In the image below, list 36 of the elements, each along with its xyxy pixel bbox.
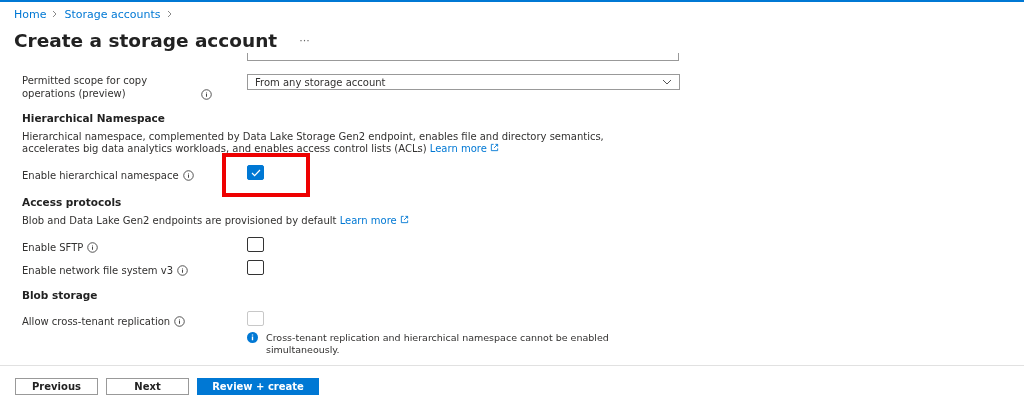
input-field[interactable] bbox=[247, 53, 679, 61]
section-heading: Access protocols bbox=[22, 196, 123, 208]
section-heading: Blob storage bbox=[22, 289, 99, 301]
option-label: Allow cross-tenant replication bbox=[22, 315, 171, 328]
option-label: Enable network file system v3 bbox=[22, 264, 174, 277]
info-icon[interactable] bbox=[177, 265, 189, 276]
external-link-icon bbox=[490, 143, 499, 152]
option-label: Enable SFTP bbox=[22, 241, 84, 254]
checkmark-icon bbox=[250, 168, 261, 177]
chevron-down-icon[interactable] bbox=[662, 79, 672, 85]
external-link-icon bbox=[399, 215, 409, 224]
info-icon bbox=[247, 332, 258, 343]
review-create-button[interactable]: Review + create bbox=[197, 378, 319, 395]
info-icon[interactable] bbox=[87, 242, 99, 253]
breadcrumb-link[interactable]: Storage accounts bbox=[64, 7, 161, 21]
info-icon[interactable] bbox=[182, 170, 194, 181]
checkbox[interactable] bbox=[247, 165, 264, 180]
info-note: Cross-tenant replication and hierarchical namespace cannot be enabled simultaneously. bbox=[266, 332, 610, 356]
learn-more-link[interactable]: Learn more bbox=[429, 143, 499, 154]
section-description: Hierarchical namespace, complemented by Data Lake Storage Gen2 endpoint, enables file and directory semantics, accelerates big data analytics workloads, and enables access control lists (ACLs) Learn more bbox=[22, 131, 605, 155]
nav-button[interactable]: Previous bbox=[15, 378, 98, 395]
info-icon[interactable] bbox=[201, 89, 212, 100]
more-menu[interactable]: ··· bbox=[299, 33, 310, 47]
chevron-icon bbox=[52, 10, 59, 18]
checkbox[interactable] bbox=[247, 260, 264, 275]
page-title: Create a storage account bbox=[14, 29, 278, 51]
scope-dropdown[interactable]: From any storage account bbox=[247, 74, 680, 90]
breadcrumb-link[interactable]: Home bbox=[14, 7, 47, 21]
nav-button[interactable]: Next bbox=[106, 378, 189, 395]
chevron-icon bbox=[166, 10, 173, 18]
field-label: Permitted scope for copy operations (preview) bbox=[22, 74, 149, 100]
learn-more-link[interactable]: Learn more bbox=[339, 215, 409, 226]
checkbox[interactable] bbox=[247, 237, 264, 252]
option-label: Enable hierarchical namespace bbox=[22, 169, 179, 182]
section-description: Blob and Data Lake Gen2 endpoints are provisioned by default Learn more bbox=[22, 215, 662, 227]
section-heading: Hierarchical Namespace bbox=[22, 112, 166, 124]
